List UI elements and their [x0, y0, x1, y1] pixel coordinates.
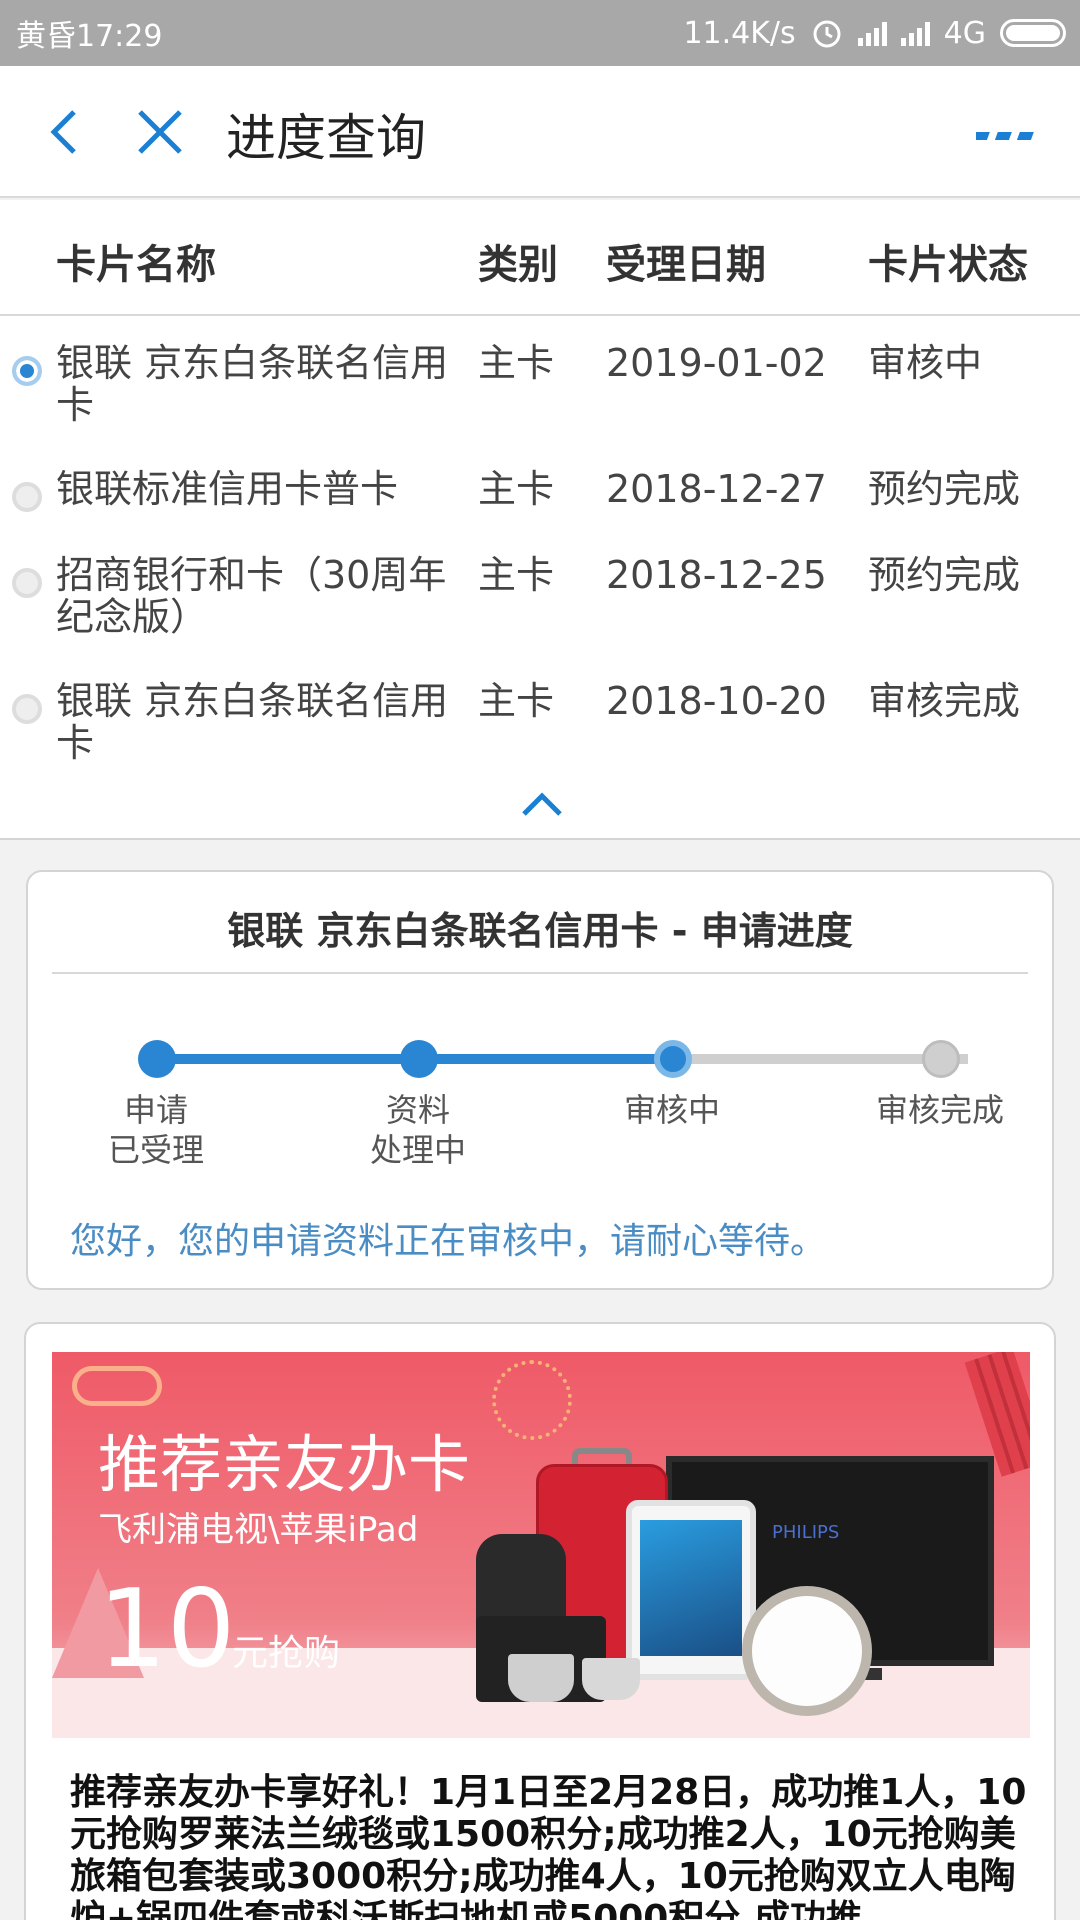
- promo-banner[interactable]: 推荐亲友办卡 飞利浦电视\苹果iPad 10 元抢购 PHILIPS: [52, 1352, 1030, 1738]
- step-dot-2: [400, 1040, 438, 1078]
- card-type: 主卡: [478, 553, 555, 597]
- banner-title: 推荐亲友办卡: [98, 1428, 471, 1501]
- nav-bar: 进度查询: [0, 66, 1080, 198]
- banner-subtitle: 飞利浦电视\苹果iPad: [98, 1510, 419, 1550]
- ipad-image: [626, 1500, 756, 1680]
- tv-brand: PHILIPS: [772, 1522, 840, 1543]
- radio-selected-icon[interactable]: [12, 356, 42, 386]
- header-status: 卡片状态: [868, 242, 1028, 288]
- status-time: 黄昏17:29: [16, 19, 163, 54]
- cloud-decoration: [72, 1366, 162, 1406]
- chevron-up-icon[interactable]: [520, 790, 564, 818]
- card-type: 主卡: [478, 341, 555, 385]
- battery-icon: [1000, 19, 1066, 47]
- header-card-name: 卡片名称: [56, 242, 216, 288]
- card-date: 2018-12-25: [606, 553, 827, 597]
- card-date: 2019-01-02: [606, 341, 827, 385]
- pot-image-2: [582, 1658, 640, 1700]
- close-icon[interactable]: [130, 102, 190, 162]
- radio-icon[interactable]: [12, 694, 42, 724]
- card-name: 银联 京东白条联名信用卡: [56, 679, 449, 765]
- progress-message: 您好，您的申请资料正在审核中，请耐心等待。: [70, 1221, 827, 1262]
- back-arrow-icon[interactable]: [36, 102, 96, 162]
- card-type: 主卡: [478, 679, 555, 723]
- step-dot-3-current: [654, 1040, 692, 1078]
- step-label-3: 审核中: [623, 1091, 720, 1129]
- radio-icon[interactable]: [12, 482, 42, 512]
- card-date: 2018-10-20: [606, 679, 827, 723]
- signal-icon: [857, 20, 887, 46]
- page-title: 进度查询: [226, 109, 426, 167]
- header-type: 类别: [478, 242, 558, 288]
- status-bar: 黄昏17:29 11.4K/s 4G: [0, 0, 1080, 66]
- alarm-icon: [813, 20, 841, 48]
- divider: [52, 972, 1028, 974]
- promo-text: 推荐亲友办卡享好礼！1月1日至2月28日，成功推1人，10元抢购罗莱法兰绒毯或1…: [70, 1772, 1027, 1920]
- banner-price-suffix: 元抢购: [232, 1633, 341, 1674]
- card-status: 审核完成: [868, 679, 1021, 723]
- step-label-2: 资料 处理中: [369, 1091, 466, 1169]
- banner-price: 10: [98, 1567, 236, 1692]
- network-type: 4G: [943, 15, 986, 51]
- step-dot-1: [138, 1040, 176, 1078]
- step-dot-4: [922, 1040, 960, 1078]
- card-status: 预约完成: [868, 553, 1021, 597]
- promo-card[interactable]: 推荐亲友办卡 飞利浦电视\苹果iPad 10 元抢购 PHILIPS 推荐亲友办…: [24, 1322, 1056, 1920]
- more-icon[interactable]: [976, 126, 1036, 146]
- progress-card: 银联 京东白条联名信用卡 - 申请进度 申请 已受理 资料 处理中 审核中 审核…: [26, 870, 1054, 1290]
- step-label-1: 申请 已受理: [107, 1091, 204, 1169]
- card-status: 审核中: [868, 341, 983, 385]
- card-date: 2018-12-27: [606, 467, 827, 511]
- header-date: 受理日期: [606, 242, 766, 288]
- card-status: 预约完成: [868, 467, 1021, 511]
- step-label-4: 审核完成: [875, 1091, 1004, 1129]
- radio-icon[interactable]: [12, 568, 42, 598]
- card-name: 招商银行和卡（30周年纪念版）: [56, 553, 447, 639]
- firework-decoration: [492, 1360, 572, 1440]
- robot-vacuum-image: [742, 1586, 872, 1716]
- table-header: 卡片名称 类别 受理日期 卡片状态: [0, 200, 1080, 316]
- pot-image: [508, 1654, 574, 1702]
- network-speed: 11.4K/s: [683, 15, 796, 51]
- progress-title: 银联 京东白条联名信用卡 - 申请进度: [227, 909, 853, 953]
- card-table: 卡片名称 类别 受理日期 卡片状态 银联 京东白条联名信用卡 主卡 2019-0…: [0, 200, 1080, 840]
- card-name: 银联标准信用卡普卡: [56, 467, 399, 511]
- signal-icon-2: [900, 20, 930, 46]
- card-name: 银联 京东白条联名信用卡: [56, 341, 449, 427]
- card-type: 主卡: [478, 467, 555, 511]
